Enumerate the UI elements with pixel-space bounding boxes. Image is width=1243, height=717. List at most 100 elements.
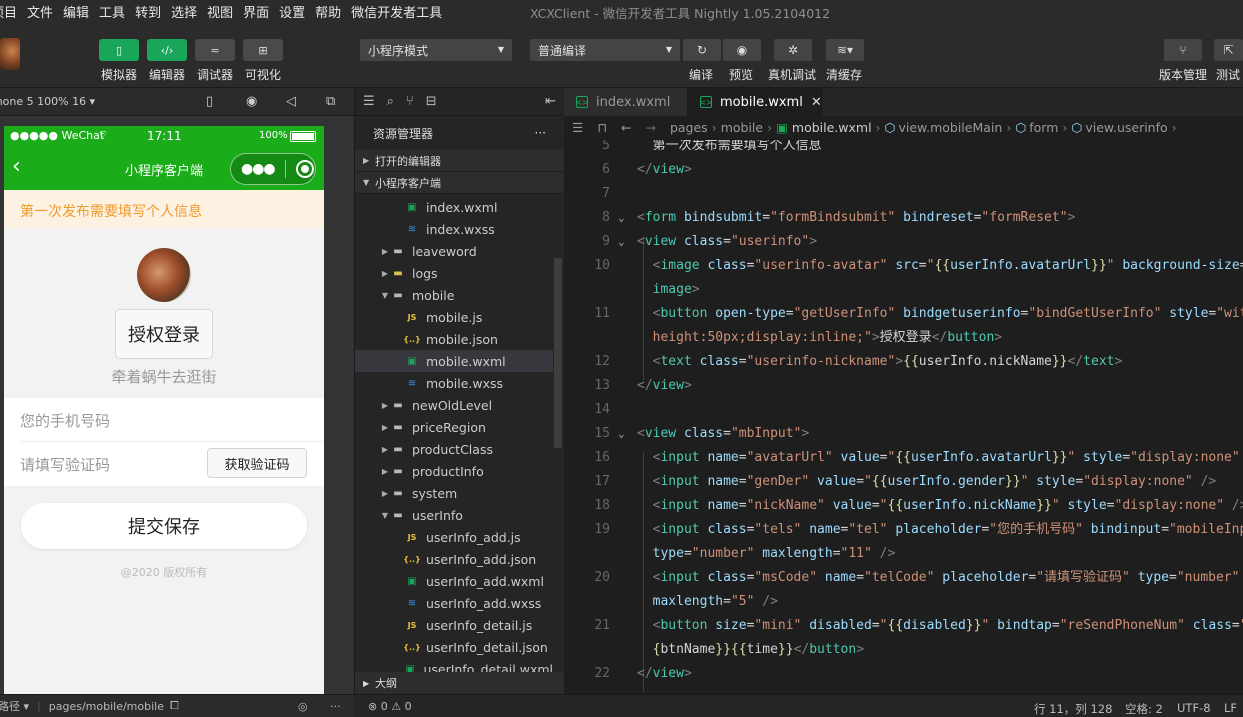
project-avatar[interactable] [0,38,20,70]
bookmark-icon[interactable]: ⊓ [597,120,607,135]
breadcrumb-item[interactable]: pages [670,120,708,135]
breadcrumb-item[interactable]: form [1029,120,1058,135]
tab-index-wxml[interactable]: <> index.wxml [564,88,688,116]
tree-item[interactable]: ▣ userInfo_add.wxml [355,570,553,592]
explorer-scrollbar[interactable] [554,258,562,448]
collapse-panel-icon[interactable]: ⇤ [545,94,556,109]
code-line: 22 </view> [564,662,1243,686]
tree-item[interactable]: ≋ mobile.wxss [355,372,553,394]
breadcrumb-item[interactable]: view.mobileMain [898,120,1002,135]
device-select[interactable]: iPhone 5 100% 16 ▾ [0,95,95,108]
chevron-right-icon: ▶ [363,156,370,165]
get-code-button[interactable]: 获取验证码 [207,448,307,478]
tree-item[interactable]: ▶ ▬ priceRegion [355,416,553,438]
outline-section[interactable]: ▶ 大纲 [355,672,565,694]
menu-item-select[interactable]: 选择 [166,2,202,21]
tree-item[interactable]: ▶ ▬ productClass [355,438,553,460]
menu-item-goto[interactable]: 转到 [130,2,166,21]
fold-icon[interactable]: ⌄ [618,206,625,230]
record-icon[interactable]: ◉ [246,94,257,109]
end-of-line[interactable]: LF [1224,701,1237,715]
menu-item-edit[interactable]: 编辑 [58,2,94,21]
version-button[interactable]: ⑂ [1164,39,1202,61]
real-debug-button[interactable]: ✲ [774,39,812,61]
open-editors-section[interactable]: ▶ 打开的编辑器 [355,150,564,172]
popout-icon[interactable]: ⧉ [326,94,335,109]
tree-item[interactable]: ▶ ▬ leaveword [355,240,553,262]
copy-icon[interactable]: ⧠ [170,699,179,713]
simulator-button[interactable]: ▯ [99,39,139,61]
menu-item-file[interactable]: 文件 [22,2,58,21]
chevron-down-icon: ▼ [665,45,672,54]
fold-icon[interactable]: ⌄ [618,230,625,254]
list-icon[interactable]: ☰ [572,120,583,135]
menu-item-project[interactable]: 项目 [0,2,22,21]
tree-item[interactable]: JS userInfo_add.js [355,526,553,548]
forward-arrow-icon[interactable]: → [645,120,655,135]
tree-item[interactable]: ▶ ▬ system [355,482,553,504]
breadcrumb-item[interactable]: mobile.wxml [792,120,872,135]
tree-item[interactable]: ▼ ▬ userInfo [355,504,553,526]
editor-button[interactable]: ‹/› [147,39,187,61]
menu-item-tools[interactable]: 工具 [94,2,130,21]
breadcrumb-item[interactable]: mobile [721,120,763,135]
search-icon[interactable]: ⌕ [387,94,394,109]
submit-save-button[interactable]: 提交保存 [21,503,307,549]
fold-icon[interactable]: ⌄ [618,422,625,446]
preview-button[interactable]: ◉ [723,39,761,61]
more-icon[interactable]: ··· [330,700,341,713]
menu-item-wechat-devtools[interactable]: 微信开发者工具 [346,2,447,21]
phone-number-input[interactable]: 您的手机号码 [20,398,324,442]
code-line: 9 ⌄ <view class="userinfo"> [564,230,1243,254]
simulator-footer: 页面路径 ▾ | pages/mobile/mobile ⧠ ◎ ··· [0,694,354,717]
eye-icon[interactable]: ◎ [298,700,308,713]
tree-item[interactable]: ▣ index.wxml [355,196,553,218]
tree-item[interactable]: {..} userInfo_detail.json [355,636,553,658]
compile-select[interactable]: 普通编译 ▼ [530,39,680,61]
cursor-position[interactable]: 行 11，列 128 [1034,701,1112,717]
indent-spaces[interactable]: 空格: 2 [1125,701,1163,717]
verify-code-input[interactable]: 请填写验证码 [20,442,200,486]
branch-icon[interactable]: ⑂ [406,94,414,109]
extensions-icon[interactable]: ⊟ [426,94,437,109]
menu-item-help[interactable]: 帮助 [310,2,346,21]
tree-item[interactable]: ≋ userInfo_add.wxss [355,592,553,614]
tree-item[interactable]: ▶ ▬ productInfo [355,460,553,482]
compile-button[interactable]: ↻ [683,39,721,61]
clear-cache-button[interactable]: ≋▾ [826,39,864,61]
tree-item[interactable]: ≋ index.wxss [355,218,553,240]
close-circle-icon[interactable] [295,160,314,178]
more-icon[interactable]: ··· [535,126,546,140]
visual-button[interactable]: ⊞ [243,39,283,61]
tree-item[interactable]: {..} mobile.json [355,328,553,350]
test-button[interactable]: ⇱ [1214,39,1243,61]
phone-icon[interactable]: ▯ [206,94,213,109]
list-icon[interactable]: ☰ [363,94,375,109]
breadcrumb-item[interactable]: view.userinfo [1085,120,1167,135]
problems-indicator[interactable]: ⊗ 0 ⚠ 0 [354,694,564,717]
tree-item-label: priceRegion [412,419,486,435]
tab-mobile-wxml[interactable]: <> mobile.wxml ✕ [688,88,822,116]
code-area[interactable]: 5 第一次发布需要填写个人信息 6 </view> 7 8 ⌄ <form bindsubm… [564,140,1243,694]
tree-item[interactable]: {..} userInfo_add.json [355,548,553,570]
tree-item[interactable]: JS mobile.js [355,306,553,328]
page-path-label[interactable]: 页面路径 ▾ [0,698,29,714]
mode-select[interactable]: 小程序模式 ▼ [360,39,512,61]
tree-item[interactable]: ▶ ▬ logs [355,262,553,284]
file-encoding[interactable]: UTF-8 [1177,701,1211,715]
wxss-file-icon: ≋ [407,223,417,235]
menu-item-interface[interactable]: 界面 [238,2,274,21]
tree-item[interactable]: ▼ ▬ mobile [355,284,553,306]
auth-login-button[interactable]: 授权登录 [115,309,213,359]
tree-item[interactable]: ▶ ▬ newOldLevel [355,394,553,416]
menu-item-view[interactable]: 视图 [202,2,238,21]
more-icon[interactable]: ●●● [241,161,276,177]
tree-item[interactable]: JS userInfo_detail.js [355,614,553,636]
tree-item[interactable]: ▣ mobile.wxml [355,350,553,372]
close-icon[interactable]: ✕ [811,95,822,110]
volume-icon[interactable]: ◁ [286,94,296,109]
menu-item-settings[interactable]: 设置 [274,2,310,21]
project-section[interactable]: ▼ 小程序客户端 [355,172,564,194]
back-arrow-icon[interactable]: ← [621,120,631,135]
debugger-button[interactable]: ≂ [195,39,235,61]
